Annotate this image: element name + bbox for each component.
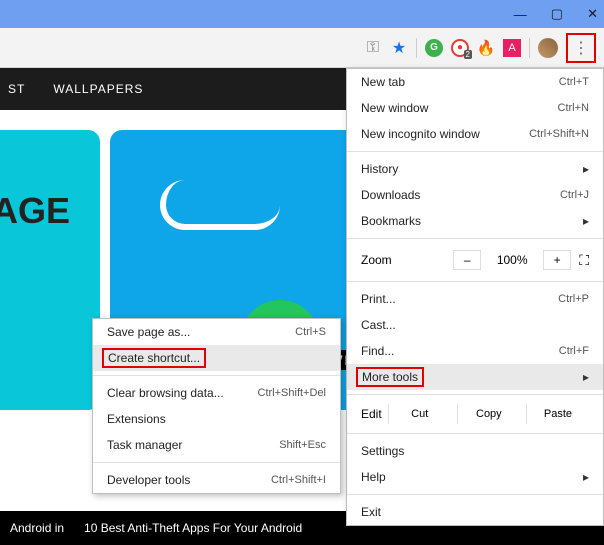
more-tools-submenu: Save page as...Ctrl+S Create shortcut...…: [92, 318, 341, 494]
badge-count: 2: [464, 50, 472, 59]
menu-new-window[interactable]: New windowCtrl+N: [347, 95, 603, 121]
menu-cast[interactable]: Cast...: [347, 312, 603, 338]
cut-button[interactable]: Cut: [388, 404, 451, 424]
menu-separator: [93, 375, 340, 376]
zoom-label: Zoom: [361, 253, 392, 267]
graphic-icon: [160, 180, 280, 230]
menu-more-tools[interactable]: More tools▸: [347, 364, 603, 390]
bookmark-star-icon[interactable]: ★: [390, 39, 408, 57]
menu-downloads[interactable]: DownloadsCtrl+J: [347, 182, 603, 208]
menu-history[interactable]: History▸: [347, 156, 603, 182]
menu-separator: [347, 238, 603, 239]
menu-new-tab[interactable]: New tabCtrl+T: [347, 69, 603, 95]
close-button[interactable]: ✕: [587, 6, 598, 22]
separator: [529, 38, 530, 58]
submenu-save-page[interactable]: Save page as...Ctrl+S: [93, 319, 340, 345]
card-text: LAGE: [0, 190, 70, 232]
maximize-button[interactable]: ▢: [551, 6, 563, 22]
article-card[interactable]: LAGE: [0, 130, 100, 410]
highlight-box: ⋮: [566, 33, 596, 63]
menu-print[interactable]: Print...Ctrl+P: [347, 286, 603, 312]
menu-separator: [347, 151, 603, 152]
menu-find[interactable]: Find...Ctrl+F: [347, 338, 603, 364]
chrome-menu-button[interactable]: ⋮: [570, 37, 592, 59]
menu-separator: [347, 394, 603, 395]
menu-separator: [347, 494, 603, 495]
submenu-task-manager[interactable]: Task managerShift+Esc: [93, 432, 340, 458]
menu-separator: [93, 462, 340, 463]
extension-badge-icon[interactable]: ● 2: [451, 39, 469, 57]
menu-incognito[interactable]: New incognito windowCtrl+Shift+N: [347, 121, 603, 147]
grammarly-icon[interactable]: G: [425, 39, 443, 57]
menu-zoom-row: Zoom – 100% + ⛶: [347, 243, 603, 277]
menu-help[interactable]: Help▸: [347, 464, 603, 490]
menu-exit[interactable]: Exit: [347, 499, 603, 525]
submenu-developer-tools[interactable]: Developer toolsCtrl+Shift+I: [93, 467, 340, 493]
chevron-right-icon: ▸: [583, 162, 589, 176]
menu-settings[interactable]: Settings: [347, 438, 603, 464]
submenu-extensions[interactable]: Extensions: [93, 406, 340, 432]
fullscreen-icon[interactable]: ⛶: [579, 252, 589, 269]
edit-label: Edit: [361, 407, 382, 421]
copy-button[interactable]: Copy: [457, 404, 520, 424]
minimize-button[interactable]: —: [514, 7, 527, 22]
zoom-level: 100%: [489, 253, 535, 267]
chevron-right-icon: ▸: [583, 370, 589, 384]
window-titlebar: — ▢ ✕: [0, 0, 604, 28]
zoom-in-button[interactable]: +: [543, 250, 571, 270]
nav-item[interactable]: WALLPAPERS: [53, 82, 143, 96]
chrome-main-menu: New tabCtrl+T New windowCtrl+N New incog…: [346, 68, 604, 526]
separator: [416, 38, 417, 58]
paste-button[interactable]: Paste: [526, 404, 589, 424]
article-title[interactable]: 10 Best Anti-Theft Apps For Your Android: [84, 521, 302, 535]
zoom-out-button[interactable]: –: [453, 250, 481, 270]
menu-separator: [347, 281, 603, 282]
submenu-create-shortcut[interactable]: Create shortcut...: [93, 345, 340, 371]
nav-item[interactable]: ST: [8, 82, 25, 96]
profile-avatar[interactable]: [538, 38, 558, 58]
chevron-right-icon: ▸: [583, 470, 589, 484]
submenu-clear-data[interactable]: Clear browsing data...Ctrl+Shift+Del: [93, 380, 340, 406]
article-title[interactable]: Android in: [10, 521, 64, 535]
menu-edit-row: Edit Cut Copy Paste: [347, 399, 603, 429]
browser-toolbar: ⚿ ★ G ● 2 🔥 A ⋮: [0, 28, 604, 68]
extension-a-icon[interactable]: A: [503, 39, 521, 57]
flame-icon[interactable]: 🔥: [477, 39, 495, 57]
menu-separator: [347, 433, 603, 434]
key-icon[interactable]: ⚿: [364, 39, 382, 57]
menu-bookmarks[interactable]: Bookmarks▸: [347, 208, 603, 234]
chevron-right-icon: ▸: [583, 214, 589, 228]
